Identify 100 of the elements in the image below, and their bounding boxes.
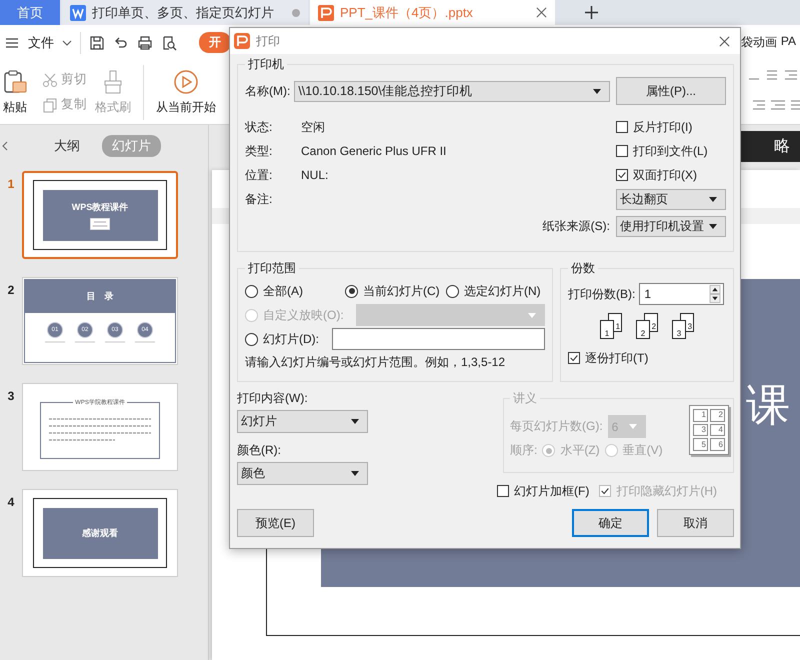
slide-number: 4 [6, 494, 16, 509]
order-label: 顺序: [510, 442, 538, 459]
caret-icon [351, 471, 359, 476]
info-label: 类型: [245, 142, 274, 160]
caption-line [75, 341, 95, 343]
caret-icon [62, 38, 72, 48]
checkbox[interactable] [616, 169, 628, 181]
play-icon [173, 68, 199, 94]
radio-button[interactable] [245, 332, 258, 346]
document-icon [70, 4, 86, 20]
slides-per-page-label: 每页幻灯片数(G): [510, 418, 603, 435]
save-icon[interactable] [89, 34, 105, 50]
ok-button[interactable]: 确定 [572, 509, 649, 537]
checkbox[interactable] [616, 121, 628, 133]
range-hint: 请输入幻灯片编号或幻灯片范围。例如，1,3,5-12 [245, 354, 506, 371]
info-value: Canon Generic Plus UFR II [301, 144, 448, 158]
checkbox-label: 打印到文件(L) [633, 142, 708, 160]
print-content-select[interactable]: 幻灯片 [237, 410, 368, 433]
close-icon[interactable] [536, 7, 547, 18]
radio-button[interactable] [345, 284, 358, 298]
properties-button[interactable]: 属性(P)... [616, 77, 726, 105]
slide-title: 课 [746, 380, 790, 432]
slide-title: 感谢观看 [82, 526, 118, 540]
color-label: 颜色(R): [237, 442, 282, 459]
new-tab-icon[interactable] [585, 6, 598, 19]
info-value: 空闲 [301, 118, 326, 136]
close-icon[interactable] [719, 36, 730, 46]
radio-button[interactable] [446, 284, 459, 298]
page-sheet: 3 [672, 320, 686, 339]
caret-icon [709, 197, 717, 202]
checkbox[interactable] [568, 352, 580, 364]
radio-label: 当前幻灯片(C) [363, 282, 440, 300]
checkbox-label: 幻灯片加框(F) [514, 482, 590, 500]
paste-button[interactable]: 粘贴 [2, 68, 28, 116]
caption-line [45, 341, 65, 343]
radio-label: 选定幻灯片(N) [464, 282, 541, 300]
checkbox-label: 打印隐藏幻灯片(H) [616, 482, 717, 500]
info-label: 位置: [245, 166, 274, 184]
print-content-label: 打印内容(W): [237, 390, 309, 407]
radio-label: 全部(A) [263, 282, 303, 300]
caption-line [105, 341, 125, 343]
duplex-select[interactable]: 长边翻页 [616, 189, 726, 210]
caret-icon [593, 88, 601, 94]
slide-number: 1 [6, 176, 16, 191]
group-title: 打印范围 [247, 260, 297, 277]
panel-tab[interactable]: 大纲 [44, 135, 90, 157]
slide-thumbnail[interactable]: 感谢观看 [22, 489, 178, 577]
name-label: 名称(M): [245, 82, 290, 100]
radio-button[interactable] [245, 284, 258, 298]
group-title: 打印机 [247, 56, 285, 73]
caret-icon [528, 312, 536, 318]
group-title: 讲义 [512, 390, 538, 407]
copies-label: 打印份数(B): [568, 286, 636, 302]
presentation-icon [318, 4, 334, 20]
caption-line [135, 341, 155, 343]
page-sheet: 2 [636, 320, 650, 339]
play-button[interactable]: 从当前开始 [156, 68, 216, 116]
slide-number: 2 [6, 282, 16, 297]
printer-select[interactable]: \\10.10.18.150\佳能总控打印机 [294, 80, 610, 102]
ribbon-tab[interactable]: 袋动画 [740, 32, 777, 53]
checkbox[interactable] [616, 145, 628, 157]
spin-arrows-icon [709, 285, 722, 303]
cancel-button[interactable]: 取消 [657, 509, 734, 537]
info-label: 状态: [245, 118, 274, 136]
checkbox-label: 反片打印(I) [633, 118, 692, 136]
info-value: NUL: [301, 168, 330, 182]
scissors-icon [42, 72, 58, 88]
radio-label: 垂直(V) [622, 442, 663, 459]
slide-slot: 4 [710, 424, 725, 436]
toolbar-button[interactable]: 略 [740, 131, 800, 162]
copies-spinbox[interactable]: 1 [639, 283, 724, 305]
caption-box-drawing [90, 218, 110, 230]
slide-thumbnail[interactable]: WPS教程课件 [22, 171, 178, 259]
slide-slot: 5 [693, 438, 708, 451]
slide-number: 3 [6, 388, 16, 403]
checkbox[interactable] [497, 485, 509, 497]
group-title: 份数 [570, 260, 596, 277]
app-logo-icon [234, 33, 250, 49]
print-icon[interactable] [137, 34, 153, 50]
info-label: 备注: [245, 190, 274, 208]
tab[interactable]: 打印单页、多页、指定页幻灯片 [62, 0, 308, 25]
file-menu[interactable]: 文件 [28, 34, 54, 52]
undo-icon[interactable] [113, 34, 129, 50]
paper-source-select[interactable]: 使用打印机设置 [616, 216, 726, 237]
preview-button[interactable]: 预览(E) [237, 509, 314, 537]
slide-slot: 1 [693, 409, 708, 422]
checkbox-label: 逐份打印(T) [585, 350, 648, 366]
tab[interactable]: 首页 [0, 0, 60, 25]
dialog-title: 打印 [256, 32, 280, 50]
print-preview-icon[interactable] [161, 34, 177, 50]
checkbox-label: 双面打印(X) [633, 166, 697, 184]
color-select[interactable]: 颜色 [237, 462, 368, 485]
slide-slot: 2 [710, 409, 725, 422]
slide-title: WPS教程课件 [72, 200, 128, 214]
radio-label: 幻灯片(D): [263, 330, 319, 348]
back-icon[interactable] [0, 141, 10, 151]
ribbon-tab[interactable]: PA [780, 32, 796, 53]
slide-range-input[interactable] [332, 328, 545, 350]
slide-slot: 6 [710, 438, 725, 451]
slide-title: 目 录 [86, 290, 114, 303]
